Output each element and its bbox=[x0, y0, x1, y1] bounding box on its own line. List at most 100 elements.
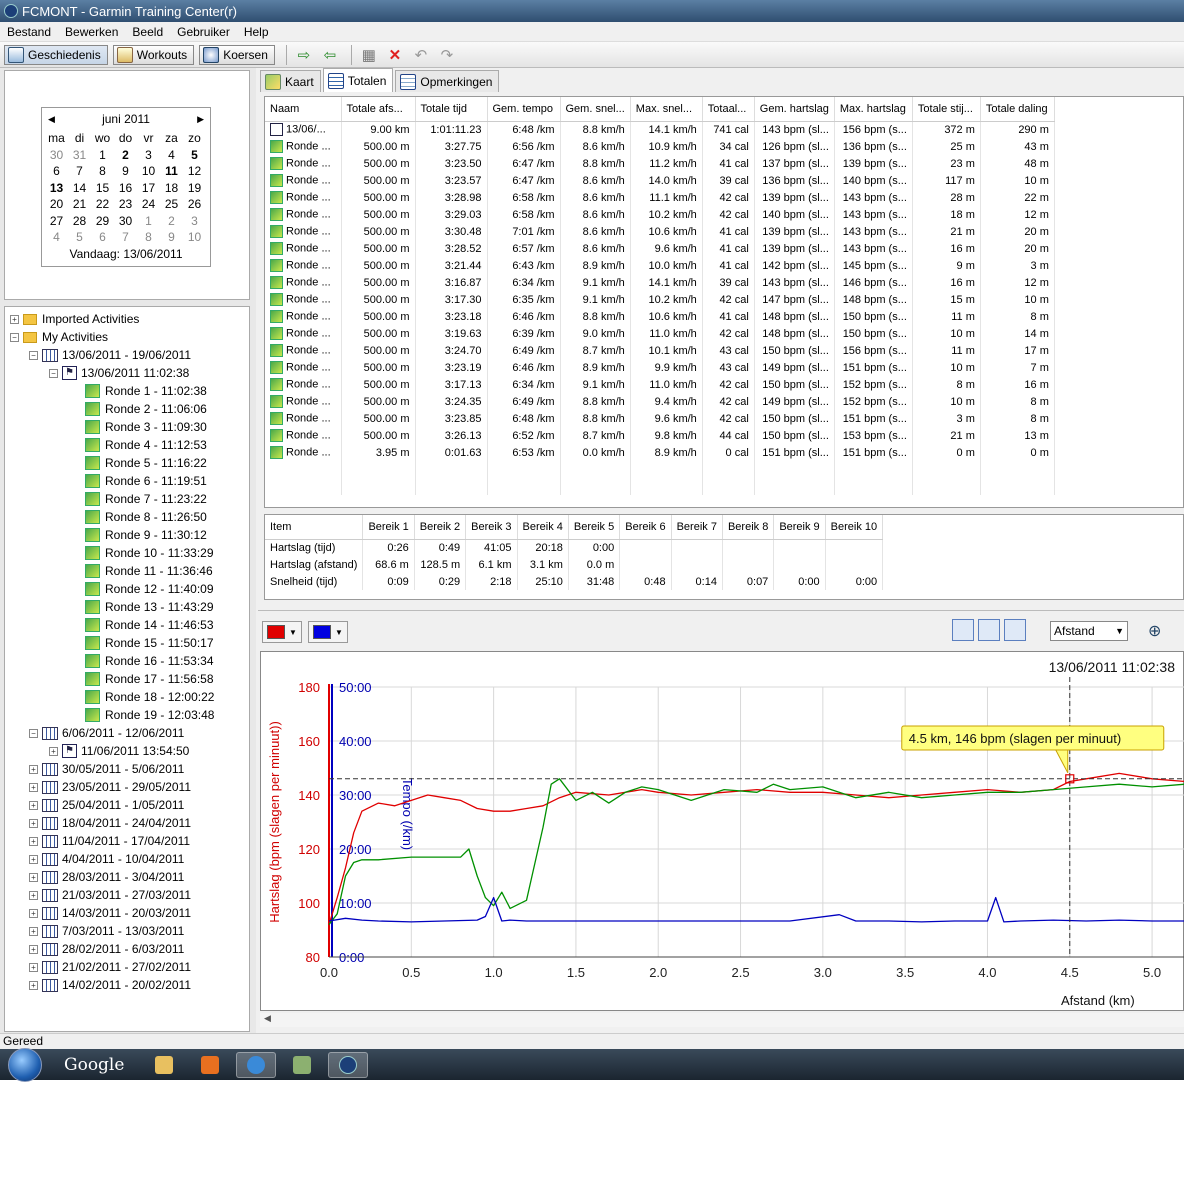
calendar-day[interactable]: 9 bbox=[160, 229, 183, 246]
tree-node[interactable]: Ronde 11 - 11:36:46 bbox=[85, 562, 213, 580]
table-row[interactable]: Ronde ... 500.00 m 3:23.50 6:47 /km 8.8 km/h… bbox=[265, 155, 1055, 172]
table-row[interactable]: Ronde ... 500.00 m 3:17.30 6:35 /km 9.1 km/h… bbox=[265, 291, 1055, 308]
calendar-day[interactable]: 29 bbox=[91, 213, 114, 230]
table-row[interactable]: Snelheid (tijd) 0:09 0:29 2:18 25:10 31:48 0:4… bbox=[265, 573, 884, 590]
calendar-day[interactable]: 16 bbox=[114, 180, 137, 197]
calendar-day[interactable]: 18 bbox=[160, 180, 183, 197]
menu-help[interactable]: Help bbox=[237, 25, 276, 39]
tree-node[interactable]: +14/02/2011 - 20/02/2011 bbox=[29, 976, 191, 994]
calendar-day[interactable]: 25 bbox=[160, 196, 183, 213]
xaxis-select[interactable]: Afstand ▼ bbox=[1050, 621, 1128, 641]
column-header[interactable]: Max. snel... bbox=[630, 97, 703, 122]
column-header[interactable]: Totale tijd bbox=[415, 97, 488, 122]
column-header[interactable]: Gem. tempo bbox=[487, 97, 561, 122]
calendar-day[interactable]: 15 bbox=[91, 180, 114, 197]
tree-toggle-icon[interactable]: − bbox=[49, 368, 58, 378]
tree-toggle-icon[interactable]: + bbox=[29, 800, 38, 810]
calendar-today[interactable]: Vandaag: 13/06/2011 bbox=[42, 247, 210, 261]
column-header[interactable]: Gem. snel... bbox=[560, 97, 631, 122]
tree-node[interactable]: +21/02/2011 - 27/02/2011 bbox=[29, 958, 191, 976]
calendar-day[interactable]: 4 bbox=[160, 147, 183, 164]
tree-node[interactable]: Ronde 2 - 11:06:06 bbox=[85, 400, 207, 418]
tree-node[interactable]: − ⚑ 13/06/2011 11:02:38 bbox=[49, 364, 189, 382]
tree-node[interactable]: +21/03/2011 - 27/03/2011 bbox=[29, 886, 191, 904]
calendar-day[interactable]: 31 bbox=[68, 147, 91, 164]
tree-node[interactable]: +28/03/2011 - 3/04/2011 bbox=[29, 868, 184, 886]
taskbar-media-player[interactable] bbox=[190, 1052, 230, 1078]
table-row[interactable]: Ronde ... 500.00 m 3:21.44 6:43 /km 8.9 km/h… bbox=[265, 257, 1055, 274]
table-row[interactable]: Ronde ... 500.00 m 3:26.13 6:52 /km 8.7 km/h… bbox=[265, 427, 1055, 444]
crosshair-view-icon[interactable] bbox=[952, 619, 974, 641]
tree-toggle-icon[interactable]: + bbox=[29, 908, 38, 918]
table-row[interactable]: Ronde ... 500.00 m 3:24.70 6:49 /km 8.7 km/h… bbox=[265, 342, 1055, 359]
tree-node[interactable]: Ronde 10 - 11:33:29 bbox=[85, 544, 214, 562]
table-row[interactable]: Hartslag (tijd) 0:26 0:49 41:05 20:18 0:00 bbox=[265, 539, 884, 556]
menu-bestand[interactable]: Bestand bbox=[0, 25, 58, 39]
calendar-day[interactable]: 3 bbox=[137, 147, 160, 164]
tree-node[interactable]: Ronde 7 - 11:23:22 bbox=[85, 490, 207, 508]
column-header[interactable]: Bereik 3 bbox=[465, 515, 518, 540]
send-to-device-icon[interactable]: ⇨ bbox=[293, 45, 315, 65]
pace-color-button[interactable]: ▼ bbox=[308, 621, 348, 643]
tree-node[interactable]: Ronde 13 - 11:43:29 bbox=[85, 598, 214, 616]
column-header[interactable]: Item bbox=[265, 515, 364, 540]
hr-color-button[interactable]: ▼ bbox=[262, 621, 302, 643]
column-header[interactable]: Max. hartslag bbox=[834, 97, 913, 122]
graph-view-icon[interactable] bbox=[1004, 619, 1026, 641]
calendar-day[interactable]: 27 bbox=[45, 213, 68, 230]
menu-beeld[interactable]: Beeld bbox=[125, 25, 170, 39]
calendar-day[interactable]: 13 bbox=[45, 180, 68, 197]
table-row[interactable]: Ronde ... 500.00 m 3:29.03 6:58 /km 8.6 km/h… bbox=[265, 206, 1055, 223]
calendar-day[interactable]: 9 bbox=[114, 163, 137, 180]
undo-icon[interactable]: ↶ bbox=[410, 45, 432, 65]
tree-toggle-icon[interactable]: − bbox=[10, 332, 19, 342]
tree-node[interactable]: +11/04/2011 - 17/04/2011 bbox=[29, 832, 190, 850]
tree-node[interactable]: Ronde 9 - 11:30:12 bbox=[85, 526, 207, 544]
tree-toggle-icon[interactable]: + bbox=[29, 854, 38, 864]
calendar-day[interactable]: 20 bbox=[45, 196, 68, 213]
calendar-day[interactable]: 10 bbox=[137, 163, 160, 180]
taskbar-training-center[interactable] bbox=[328, 1051, 369, 1078]
calendar-day[interactable]: 11 bbox=[160, 163, 183, 180]
tree-toggle-icon[interactable]: + bbox=[29, 980, 38, 990]
column-header[interactable]: Bereik 9 bbox=[773, 515, 826, 540]
table-row[interactable]: Ronde ... 500.00 m 3:28.52 6:57 /km 8.6 km/h… bbox=[265, 240, 1055, 257]
menu-gebruiker[interactable]: Gebruiker bbox=[170, 25, 237, 39]
tab-opmerkingen[interactable]: Opmerkingen bbox=[395, 70, 500, 92]
tree-toggle-icon[interactable]: + bbox=[29, 782, 38, 792]
tree-node[interactable]: +30/05/2011 - 5/06/2011 bbox=[29, 760, 184, 778]
tree-node[interactable]: Ronde 17 - 11:56:58 bbox=[85, 670, 214, 688]
calendar-day[interactable]: 17 bbox=[137, 180, 160, 197]
calendar-day[interactable]: 22 bbox=[91, 196, 114, 213]
calendar-day[interactable]: 2 bbox=[160, 213, 183, 230]
calendar-day[interactable]: 30 bbox=[45, 147, 68, 164]
calendar-day[interactable]: 14 bbox=[68, 180, 91, 197]
table-row[interactable]: Hartslag (afstand) 68.6 m 128.5 m 6.1 km 3.1… bbox=[265, 556, 884, 573]
calendar-day[interactable]: 3 bbox=[183, 213, 206, 230]
table-row[interactable]: Ronde ... 500.00 m 3:23.57 6:47 /km 8.6 km/h… bbox=[265, 172, 1055, 189]
taskbar-internet-explorer[interactable] bbox=[236, 1051, 277, 1078]
tree-node[interactable]: Ronde 8 - 11:26:50 bbox=[85, 508, 207, 526]
tree-node[interactable]: Ronde 1 - 11:02:38 bbox=[85, 382, 207, 400]
calendar-day[interactable]: 26 bbox=[183, 196, 206, 213]
table-row[interactable]: Ronde ... 500.00 m 3:16.87 6:34 /km 9.1 km/h… bbox=[265, 274, 1055, 291]
tree-node[interactable]: − 6/06/2011 - 12/06/2011 bbox=[29, 724, 184, 742]
tree-toggle-icon[interactable]: + bbox=[29, 836, 38, 846]
column-header[interactable]: Bereik 4 bbox=[517, 515, 569, 540]
tree-node[interactable]: +23/05/2011 - 29/05/2011 bbox=[29, 778, 191, 796]
tree-node[interactable]: +4/04/2011 - 10/04/2011 bbox=[29, 850, 184, 868]
tree-toggle-icon[interactable]: + bbox=[29, 944, 38, 954]
calendar-day[interactable]: 21 bbox=[68, 196, 91, 213]
calendar-day[interactable]: 6 bbox=[45, 163, 68, 180]
device-icon[interactable]: ▦ bbox=[358, 45, 380, 65]
calendar-day[interactable]: 24 bbox=[137, 196, 160, 213]
start-button-icon[interactable] bbox=[8, 1047, 42, 1082]
table-row[interactable]: Ronde ... 500.00 m 3:27.75 6:56 /km 8.6 km/h… bbox=[265, 138, 1055, 155]
calendar-day[interactable]: 5 bbox=[68, 229, 91, 246]
column-header[interactable]: Totaal... bbox=[702, 97, 755, 122]
tree-node[interactable]: Ronde 19 - 12:03:48 bbox=[85, 706, 214, 724]
tree-node[interactable]: Ronde 5 - 11:16:22 bbox=[85, 454, 207, 472]
calendar-day[interactable]: 1 bbox=[137, 213, 160, 230]
tab-kaart[interactable]: Kaart bbox=[260, 70, 321, 92]
table-row[interactable]: Ronde ... 500.00 m 3:23.18 6:46 /km 8.8 km/h… bbox=[265, 308, 1055, 325]
